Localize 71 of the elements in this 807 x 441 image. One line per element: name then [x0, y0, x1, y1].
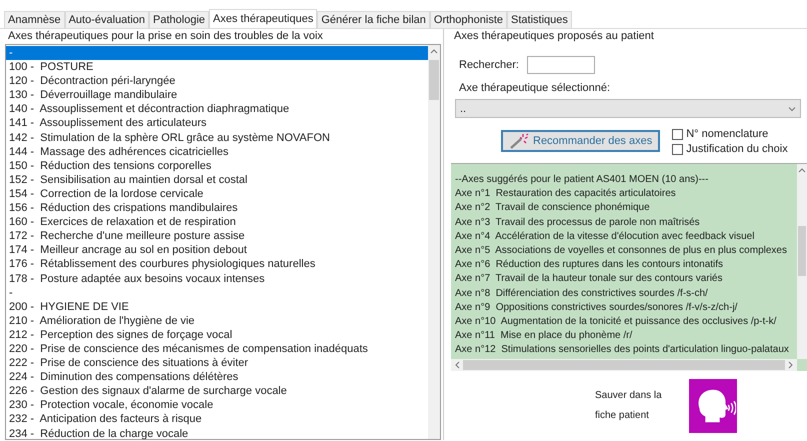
list-item[interactable]: 222 - Prise de conscience des situations à éviter	[6, 356, 428, 370]
list-item[interactable]: 160 - Exercices de relaxation et de respiration	[6, 215, 428, 230]
list-item[interactable]: 210 - Amélioration de l'hygiène de vie	[6, 314, 428, 328]
list-item[interactable]: 230 - Protection vocale, économie vocale	[6, 398, 428, 412]
group-title: Axes thérapeutiques proposés au patient	[453, 29, 655, 44]
list-item[interactable]: -	[6, 286, 428, 300]
suggestion-line: Axe n°8 Différenciation des constrictives sourdes /f-s-ch/	[455, 286, 709, 300]
tab[interactable]: Axes thérapeutiques	[209, 9, 318, 28]
suggestion-line: Axe n°5 Associations de voyelles et consonnes de plus en plus complexes	[455, 244, 788, 258]
list-item[interactable]: 130 - Déverrouillage mandibulaire	[6, 88, 428, 102]
axis-dropdown[interactable]: ..	[455, 99, 801, 118]
scrollbar[interactable]	[797, 164, 807, 359]
list-item[interactable]: 150 - Réduction des tensions corporelles	[6, 158, 428, 173]
suggestion-line: Axe n°1 Restauration des capacités articulatoires	[455, 187, 677, 202]
list-item[interactable]: 200 - HYGIENE DE VIE	[6, 300, 428, 314]
tab[interactable]: Anamnèse	[4, 11, 65, 28]
list-item[interactable]: 141 - Assouplissement des articulateurs	[6, 116, 428, 131]
suggestion-line: Axe n°4 Accélération de la vitesse d'élocution avec feedback visuel	[455, 230, 756, 244]
suggestion-line: --Axes suggérés pour le patient AS401 MOEN (10 ans)---	[455, 173, 710, 187]
list-item[interactable]: -	[6, 46, 428, 60]
tab[interactable]: Générer la fiche bilan	[317, 11, 430, 28]
search-field[interactable]	[526, 56, 595, 74]
scroll-up-icon[interactable]	[430, 48, 438, 54]
suggestion-line: Axe n°3 Travail des processus de parole non maîtrisés	[455, 216, 701, 230]
save-button[interactable]	[689, 379, 737, 433]
scroll-right-icon[interactable]	[788, 361, 794, 369]
suggestion-line: Axe n°12 Stimulations sensorielles des points d'articulation linguo-palataux	[455, 343, 790, 358]
suggestion-line: Axe n°11 Mise en place du phonème /r/	[455, 329, 634, 344]
magic-wand-icon	[509, 133, 529, 149]
list-item[interactable]: 154 - Correction de la lordose cervicale	[6, 186, 428, 202]
search-label: Rechercher:	[459, 59, 519, 71]
recommend-button[interactable]: Recommander des axes	[501, 130, 660, 152]
tab[interactable]: Statistiques	[507, 11, 572, 28]
group-title: Axes thérapeutiques pour la prise en soin des troubles de la voix	[7, 29, 324, 44]
list-item[interactable]: 156 - Réduction des crispations mandibulaires	[6, 201, 428, 216]
list-item[interactable]: 176 - Rétablissement des courbures physiologiques naturelles	[6, 257, 428, 272]
checkbox[interactable]: Justification du choix	[672, 143, 788, 155]
list-item[interactable]: 174 - Meilleur ancrage au sol en position debout	[6, 243, 428, 258]
save-label: Sauver dans la fiche patient	[595, 389, 663, 423]
list-item[interactable]: 178 - Posture adaptée aux besoins vocaux intenses	[6, 272, 428, 286]
list-item[interactable]: 226 - Gestion des signaux d'alarme de surcharge vocale	[6, 384, 428, 398]
tab[interactable]: Orthophoniste	[430, 11, 508, 28]
tab[interactable]: Auto-évaluation	[64, 11, 150, 28]
list-item[interactable]: 142 - Stimulation de la sphère ORL grâce au système NOVAFON	[6, 130, 428, 145]
suggestion-line: Axe n°10 Augmentation de la tonicité et puissance des occlusives /p-t-k/	[455, 314, 778, 329]
list-item[interactable]: 224 - Diminution des compensations délétères	[6, 370, 428, 384]
suggestion-line: Axe n°6 Réduction des ruptures dans les contours intonatifs	[455, 258, 724, 272]
scrollbar-thumb[interactable]	[429, 60, 439, 100]
list-item[interactable]: 232 - Anticipation des facteurs à risque	[6, 412, 428, 427]
scrollbar-thumb[interactable]	[463, 360, 785, 370]
checkbox[interactable]: N° nomenclature	[672, 128, 788, 140]
suggestion-line: Axe n°7 Travail de la hauteur tonale sur des contours variés	[455, 272, 724, 286]
chevron-down-icon	[788, 106, 796, 112]
suggestion-line: Axe n°9 Oppositions constrictives sourdes/sonores /f-v/s-z/ch-j/	[455, 300, 738, 315]
scrollbar[interactable]	[428, 45, 440, 439]
selected-axis-label: Axe thérapeutique sélectionné:	[459, 82, 612, 94]
list-item[interactable]: 120 - Décontraction péri-laryngée	[6, 74, 428, 88]
list-item[interactable]: 172 - Recherche d'une meilleure posture assise	[6, 229, 428, 244]
scroll-up-icon[interactable]	[798, 167, 806, 173]
list-item[interactable]: 234 - Réduction de la charge vocale	[6, 426, 428, 439]
list-item[interactable]: 152 - Sensibilisation au maintien dorsal et costal	[6, 172, 428, 187]
tab[interactable]: Pathologie	[149, 11, 210, 28]
list-item[interactable]: 220 - Prise de conscience des mécanismes de compensation inadéquats	[6, 342, 428, 356]
list-item[interactable]: 140 - Assouplissement et décontraction diaphragmatique	[6, 102, 428, 116]
list-item[interactable]: 144 - Massage des adhérences cicatricielles	[6, 144, 428, 159]
scroll-left-icon[interactable]	[454, 361, 460, 369]
scrollbar-thumb[interactable]	[798, 226, 806, 276]
list-item[interactable]: 212 - Perception des signes de forçage vocal	[6, 328, 428, 342]
horizontal-scrollbar[interactable]	[451, 359, 797, 371]
list-item[interactable]: 100 - POSTURE	[6, 60, 428, 74]
suggestion-line: Axe n°2 Travail de conscience phonémique	[455, 201, 651, 216]
